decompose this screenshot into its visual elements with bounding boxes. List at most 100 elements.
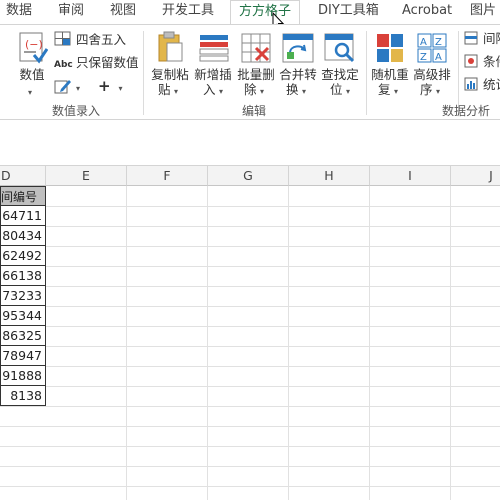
interval-icon: [464, 31, 478, 45]
cell-d-value[interactable]: 8138: [0, 386, 46, 406]
copy-paste-label-1: 复制粘: [151, 67, 189, 82]
ribbon-tab-bar: 数据 审阅 视图 开发工具 方方格子 DIY工具箱 Acrobat 图片: [0, 0, 500, 24]
grid-line: [207, 186, 208, 500]
find-locate-icon: [324, 33, 355, 63]
copy-paste-label-2: 贴: [158, 82, 171, 97]
keep-values-button-label: 只保留数值: [75, 55, 139, 70]
cell-d-value[interactable]: 64711: [0, 206, 46, 226]
dropdown-arrow-icon: ▾: [346, 87, 351, 96]
statistics-label: 统计: [482, 77, 500, 92]
dropdown-arrow-icon: ▾: [174, 87, 179, 96]
dropdown-arrow-icon: ▾: [28, 88, 33, 97]
grid-line: [0, 386, 500, 387]
dropdown-arrow-icon[interactable]: ▾: [119, 84, 123, 93]
grid-line: [0, 406, 500, 407]
round-button-label: 四舍五入: [75, 32, 126, 47]
group-label-data-analysis: 数据分析: [442, 104, 491, 118]
cell-d-value[interactable]: 91888: [0, 366, 46, 386]
cell-d-value[interactable]: 95344: [0, 306, 46, 326]
sort-az-icon: A Z Z A: [417, 33, 447, 63]
pencil-edit-icon[interactable]: [54, 78, 72, 94]
column-header-d[interactable]: D: [0, 166, 46, 186]
grid-line: [0, 466, 500, 467]
value-button[interactable]: (−) 数值 ▾: [14, 31, 50, 97]
column-header-i[interactable]: I: [370, 166, 451, 186]
statistics-icon: [464, 77, 478, 91]
formula-bar-area: [0, 121, 500, 166]
merge-convert-label-2: 换: [286, 82, 299, 97]
group-label-edit: 编辑: [242, 104, 267, 118]
grid-line: [288, 186, 289, 500]
tab-picture[interactable]: 图片: [470, 0, 496, 24]
merge-convert-button[interactable]: 合并转 换 ▾: [278, 31, 318, 97]
column-header-e[interactable]: E: [46, 166, 127, 186]
cell-d-value[interactable]: 73233: [0, 286, 46, 306]
tab-data[interactable]: 数据: [6, 0, 32, 24]
statistics-button[interactable]: 统计: [464, 77, 500, 93]
tab-acrobat[interactable]: Acrobat: [402, 0, 452, 24]
grid-line: [0, 446, 500, 447]
abc-icon: Abc: [54, 60, 73, 70]
column-header-f[interactable]: F: [127, 166, 208, 186]
grid-line: [0, 306, 500, 307]
tab-view[interactable]: 视图: [110, 0, 136, 24]
merge-convert-icon: [282, 33, 314, 63]
column-header-g[interactable]: G: [208, 166, 289, 186]
excel-window: 数据 审阅 视图 开发工具 方方格子 DIY工具箱 Acrobat 图片 (−)…: [0, 0, 500, 500]
clipboard-icon: [158, 31, 183, 62]
batch-delete-button[interactable]: 批量删 除 ▾: [236, 31, 276, 97]
merge-convert-label-1: 合并转: [279, 67, 317, 82]
cell-d-value[interactable]: 86325: [0, 326, 46, 346]
cell-d-value[interactable]: 80434: [0, 226, 46, 246]
tab-developer[interactable]: 开发工具: [162, 0, 214, 24]
grid-line: [0, 246, 500, 247]
tab-diy-toolbox[interactable]: DIY工具箱: [318, 0, 379, 24]
dropdown-arrow-icon: ▾: [219, 87, 224, 96]
copy-paste-button[interactable]: 复制粘 贴 ▾: [150, 31, 190, 97]
column-header-j[interactable]: J: [451, 166, 500, 186]
ribbon-panel: (−) 数值 ▾ 四舍五入 Abc 只保留数值 ▾ + ▾ 数值录入 复制粘 贴…: [0, 24, 500, 120]
random-repeat-button[interactable]: 随机重 复 ▾: [370, 31, 410, 97]
round-button[interactable]: 四舍五入: [54, 31, 126, 48]
find-locate-label-1: 查找定: [321, 67, 359, 82]
grid-line: [0, 266, 500, 267]
dropdown-arrow-icon[interactable]: ▾: [76, 84, 80, 93]
column-header-h[interactable]: H: [289, 166, 370, 186]
advanced-sort-label-2: 序: [420, 82, 433, 97]
grid-line: [126, 186, 127, 500]
group-separator: [143, 31, 144, 115]
cell-d-value[interactable]: 78947: [0, 346, 46, 366]
find-locate-label-2: 位: [330, 82, 343, 97]
cell-d-value[interactable]: 66138: [0, 266, 46, 286]
svg-text:Z: Z: [435, 37, 442, 48]
keep-values-button[interactable]: Abc 只保留数值: [54, 55, 139, 73]
new-insert-label-1: 新增插: [194, 67, 232, 82]
conditional-icon: [464, 54, 478, 68]
batch-delete-icon: [241, 33, 271, 63]
batch-delete-label-2: 除: [244, 82, 257, 97]
tab-review[interactable]: 审阅: [58, 0, 84, 24]
cell-d-header[interactable]: 间编号: [0, 186, 46, 206]
group-label-numeric-entry: 数值录入: [52, 104, 101, 118]
grid-line: [0, 326, 500, 327]
tab-fangfanggezi[interactable]: 方方格子: [230, 0, 300, 24]
plus-icon[interactable]: +: [98, 77, 111, 95]
grid-line: [0, 346, 500, 347]
conditional-label: 条件: [482, 54, 500, 69]
grid-line: [450, 186, 451, 500]
advanced-sort-label-1: 高级排: [413, 67, 451, 82]
random-repeat-label-1: 随机重: [371, 67, 409, 82]
grid-line: [0, 366, 500, 367]
round-icon: [54, 31, 71, 46]
advanced-sort-button[interactable]: A Z Z A 高级排 序 ▾: [412, 31, 452, 97]
new-insert-label-2: 入: [203, 82, 216, 97]
grid-line: [0, 286, 500, 287]
conditional-button[interactable]: 条件: [464, 54, 500, 70]
find-locate-button[interactable]: 查找定 位 ▾: [320, 31, 360, 97]
new-insert-button[interactable]: 新增插 入 ▾: [193, 31, 233, 97]
cell-d-value[interactable]: 62492: [0, 246, 46, 266]
value-button-label: 数值: [19, 67, 45, 82]
grid-line: [0, 206, 500, 207]
edit-tools-row: ▾ + ▾: [54, 78, 123, 97]
interval-button[interactable]: 间隔: [464, 31, 500, 47]
